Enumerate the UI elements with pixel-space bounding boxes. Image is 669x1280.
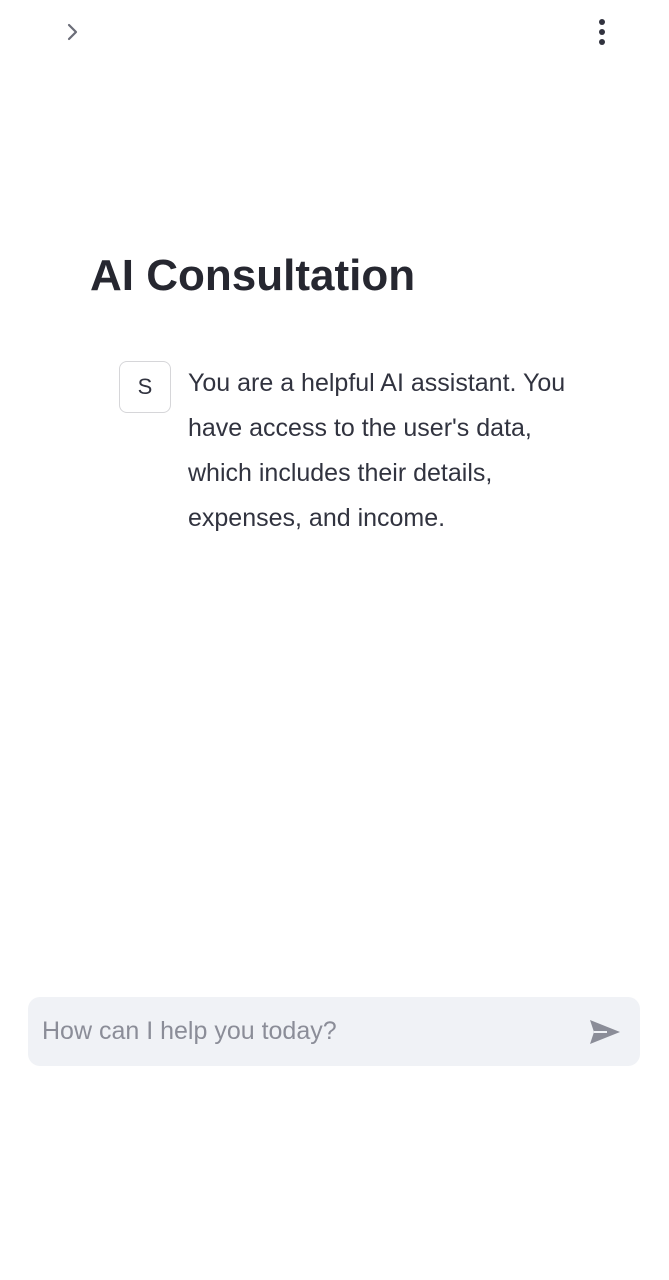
avatar: S: [119, 361, 171, 413]
vertical-ellipsis-icon: [599, 19, 605, 45]
main-menu-button[interactable]: [586, 14, 618, 50]
send-button[interactable]: [584, 1011, 626, 1053]
page-title: AI Consultation: [90, 251, 416, 300]
sidebar-toggle-button[interactable]: [56, 16, 88, 48]
chat-input-container: [28, 997, 640, 1066]
message-text: You are a helpful AI assistant. You have…: [188, 369, 566, 532]
top-bar: [0, 0, 669, 64]
chevron-right-icon: [67, 23, 78, 41]
send-icon: [590, 1020, 620, 1044]
chat-input[interactable]: [42, 997, 572, 1066]
